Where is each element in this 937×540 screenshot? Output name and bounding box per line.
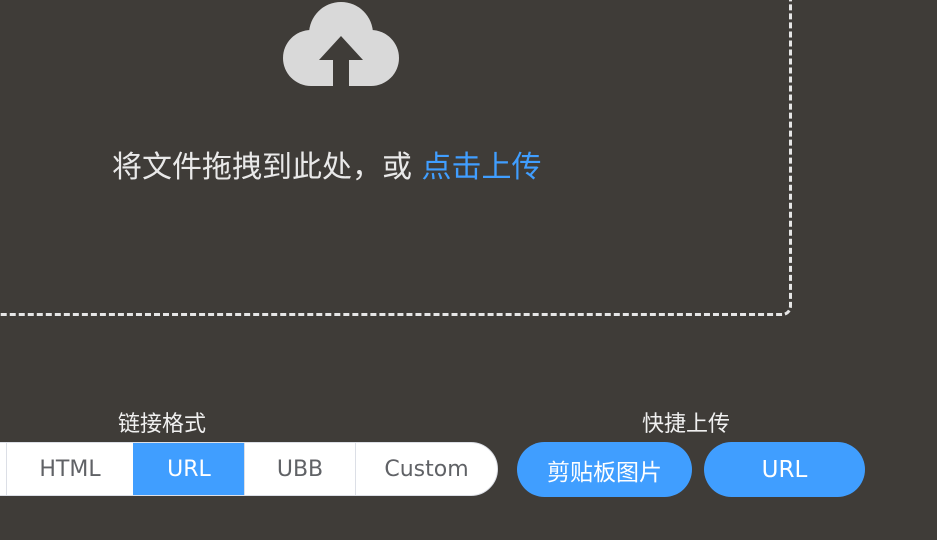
- link-format-selector: HTML URL UBB Custom: [0, 442, 498, 496]
- format-option-custom[interactable]: Custom: [355, 443, 497, 495]
- format-option-html[interactable]: HTML: [6, 443, 133, 495]
- url-upload-button[interactable]: URL: [704, 442, 865, 497]
- drop-prompt-text: 将文件拖拽到此处，或: [112, 150, 412, 185]
- clipboard-image-button[interactable]: 剪贴板图片: [517, 442, 692, 497]
- link-format-title: 链接格式: [118, 412, 207, 437]
- format-option-ubb[interactable]: UBB: [244, 443, 355, 495]
- upload-page: 将文件拖拽到此处，或 点击上传 链接格式 快捷上传 HTML URL UBB C…: [0, 0, 937, 540]
- quick-upload-title: 快捷上传: [642, 412, 731, 437]
- format-option-url[interactable]: URL: [133, 443, 244, 495]
- drop-instructions: 将文件拖拽到此处，或 点击上传: [112, 142, 542, 186]
- cloud-upload-icon[interactable]: [283, 0, 399, 88]
- click-upload-link[interactable]: 点击上传: [422, 150, 542, 185]
